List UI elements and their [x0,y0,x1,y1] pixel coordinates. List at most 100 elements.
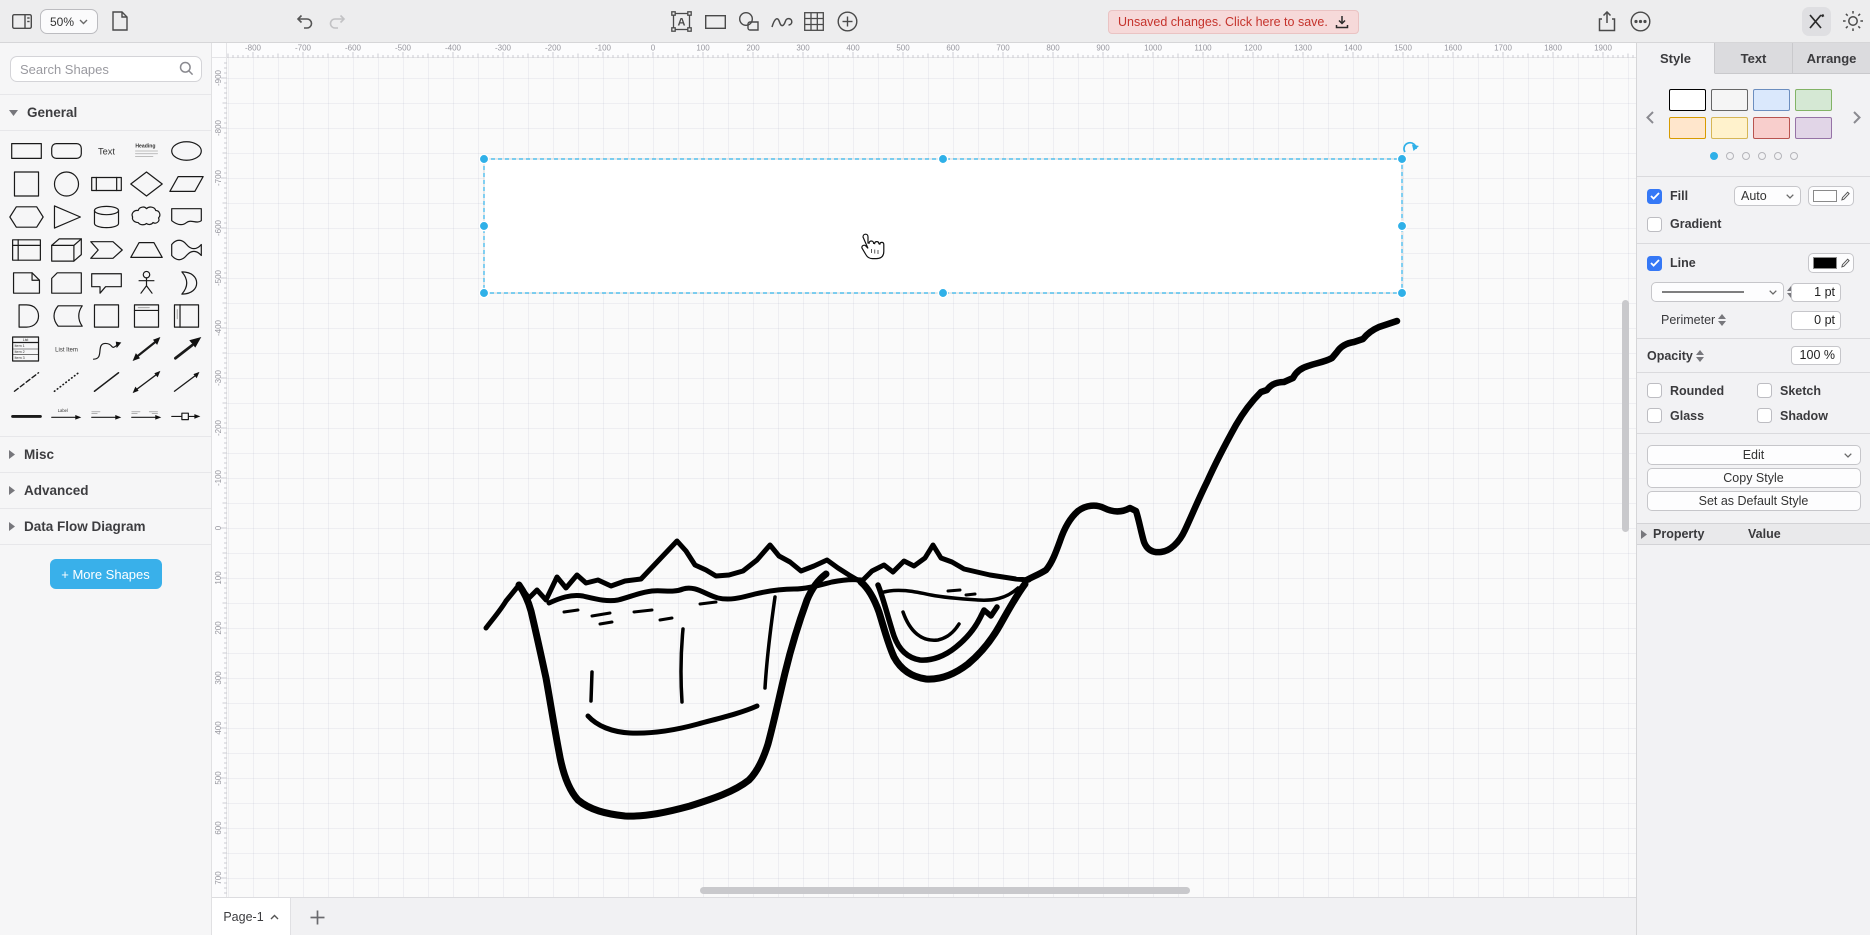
glass-toggle[interactable]: Glass [1647,408,1757,423]
shape-cube[interactable] [46,233,86,266]
shape-cloud[interactable] [126,200,166,233]
shadow-toggle[interactable]: Shadow [1757,408,1870,423]
shape-process[interactable] [86,167,126,200]
shape-label-arrow[interactable]: Label [46,402,86,428]
opacity-input[interactable]: 100 % [1791,346,1841,365]
toggle-panels-icon[interactable] [12,14,32,29]
shape-callout[interactable] [86,266,126,299]
shape-directional-connector[interactable] [166,365,206,398]
style-preset-7[interactable] [1795,117,1832,139]
search-shapes-input[interactable] [10,56,202,82]
set-default-style-button[interactable]: Set as Default Style [1647,491,1861,511]
presets-prev-icon[interactable] [1643,106,1657,128]
preset-page-dot-5[interactable] [1790,152,1798,160]
shape-step[interactable] [86,233,126,266]
unsaved-changes-button[interactable]: Unsaved changes. Click here to save. [1108,10,1359,34]
sketch-checkbox[interactable] [1757,383,1772,398]
shape-and[interactable] [6,299,46,332]
shape-link[interactable] [6,402,46,428]
style-preset-1[interactable] [1711,89,1748,111]
shape-list[interactable]: ListItem 1Item 2Item 3 [6,332,46,365]
shape-line[interactable] [86,365,126,398]
shape-curve[interactable] [86,332,126,365]
shape-circle[interactable] [46,167,86,200]
insert-shape-icon[interactable] [738,11,760,32]
gradient-checkbox[interactable] [1647,217,1662,232]
rounded-checkbox[interactable] [1647,383,1662,398]
glass-checkbox[interactable] [1647,408,1662,423]
vertical-scrollbar[interactable] [1622,300,1629,532]
shape-bidirectional-connector[interactable] [126,365,166,398]
copy-style-button[interactable]: Copy Style [1647,468,1861,488]
shape-source-label-arrow[interactable] [86,402,126,428]
style-preset-0[interactable] [1669,89,1706,111]
undo-icon[interactable] [295,13,315,30]
preset-page-dot-0[interactable] [1710,152,1718,160]
shape-text[interactable]: Text [86,134,126,167]
fill-checkbox[interactable] [1647,189,1662,204]
line-width-input[interactable]: 1 pt [1791,283,1841,302]
freehand-tool-icon[interactable] [771,14,793,30]
preset-page-dot-3[interactable] [1758,152,1766,160]
shape-hexagon[interactable] [6,200,46,233]
shape-document[interactable] [166,200,206,233]
shape-actor[interactable] [126,266,166,299]
shape-ellipse[interactable] [166,134,206,167]
shape-or[interactable] [166,266,206,299]
style-preset-5[interactable] [1711,117,1748,139]
shape-triangle[interactable] [46,200,86,233]
line-style-select[interactable] [1651,282,1784,302]
share-icon[interactable] [1598,11,1616,32]
shape-arrow[interactable] [166,332,206,365]
rotate-handle[interactable] [1404,143,1419,152]
shadow-checkbox[interactable] [1757,408,1772,423]
shape-container[interactable] [86,299,126,332]
insert-table-icon[interactable] [804,12,824,31]
tab-text[interactable]: Text [1715,43,1793,73]
edit-style-button[interactable]: Edit [1647,445,1861,465]
shape-dotted-line[interactable] [46,365,86,398]
shape-square[interactable] [6,167,46,200]
page-outline-icon[interactable] [112,11,128,31]
horizontal-scrollbar[interactable] [700,887,1190,894]
line-checkbox[interactable] [1647,256,1662,271]
selected-shape[interactable] [484,159,1402,293]
section-data-flow-diagram[interactable]: Data Flow Diagram [0,508,211,544]
shape-bidirectional-arrow[interactable] [126,332,166,365]
presets-next-icon[interactable] [1850,106,1864,128]
fill-mode-select[interactable]: Auto [1734,186,1801,206]
shape-dashed-line[interactable] [6,365,46,398]
perimeter-input[interactable]: 0 pt [1791,311,1841,330]
fill-color-button[interactable] [1808,186,1854,206]
shape-trapezoid[interactable] [126,233,166,266]
tab-arrange[interactable]: Arrange [1793,43,1870,73]
shape-cylinder[interactable] [86,200,126,233]
shape-internal-storage[interactable] [6,233,46,266]
shape-card[interactable] [46,266,86,299]
shape-rectangle[interactable] [6,134,46,167]
opacity-stepper[interactable] [1696,350,1704,362]
freehand-sketch[interactable] [486,321,1397,816]
redo-icon[interactable] [327,13,347,30]
section-advanced[interactable]: Advanced [0,472,211,508]
shape-parallelogram[interactable] [166,167,206,200]
style-preset-6[interactable] [1753,117,1790,139]
shape-tape[interactable] [166,233,206,266]
shape-source-target-label-arrow[interactable] [126,402,166,428]
rounded-toggle[interactable]: Rounded [1647,383,1757,398]
preset-page-dot-2[interactable] [1742,152,1750,160]
shape-heading[interactable]: Heading [126,134,166,167]
shape-rounded-rectangle[interactable] [46,134,86,167]
theme-icon[interactable] [1842,10,1864,32]
more-shapes-button[interactable]: + More Shapes [50,559,162,589]
shape-data-storage[interactable] [46,299,86,332]
shape-vertical-container[interactable] [126,299,166,332]
line-color-button[interactable] [1808,253,1854,273]
shape-list-item[interactable]: List Item [46,332,86,365]
more-actions-icon[interactable] [1630,11,1651,32]
insert-more-icon[interactable] [837,11,858,32]
preset-page-dot-1[interactable] [1726,152,1734,160]
sketch-toggle[interactable]: Sketch [1757,383,1870,398]
preset-page-dot-4[interactable] [1774,152,1782,160]
section-general[interactable]: General [0,94,211,130]
